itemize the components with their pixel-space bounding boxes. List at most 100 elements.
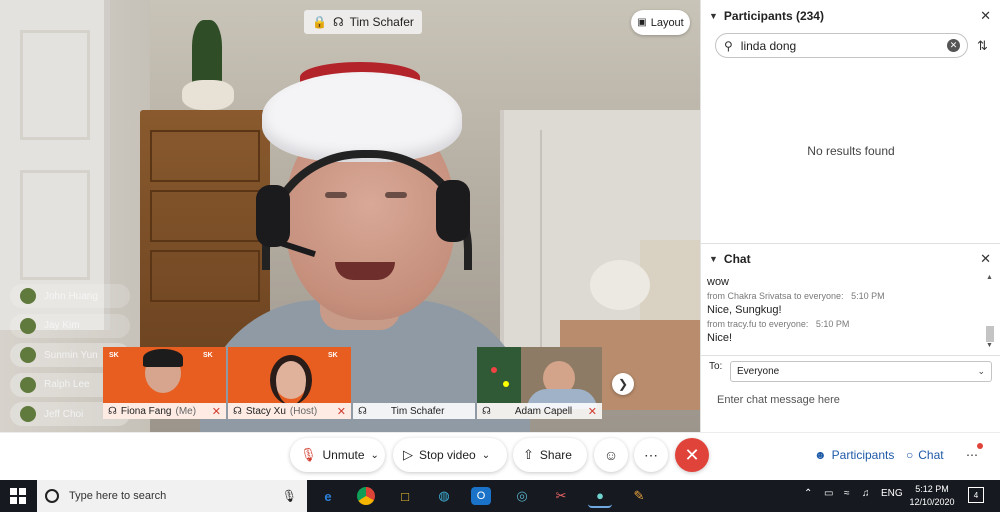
volume-icon[interactable]: ♫ [862,488,870,499]
ellipsis-icon: ⋯ [966,448,978,462]
clear-search-icon[interactable]: ✕ [947,39,960,52]
taskbar-search-input[interactable]: Type here to search 🎙 [37,480,307,512]
video-thumbnail[interactable]: ☊ Adam Capell ✕ [477,347,602,419]
chevron-down-icon[interactable]: ⌄ [371,450,379,461]
main-video[interactable]: 🔒 ☊ Tim Schafer ▣ Layout John Huang Jay … [0,0,700,432]
mic-muted-icon: 🎙 [300,447,317,462]
scroll-up-icon[interactable]: ▲ [986,274,993,281]
network-app-icon[interactable]: ◎ [510,484,534,508]
battery-icon[interactable]: ▭ [824,488,833,499]
participants-title: Participants (234) [723,9,824,23]
show-hidden-icons[interactable]: ⌃ [804,488,812,499]
webex-icon[interactable]: ● [588,484,612,508]
chat-input[interactable]: Enter chat message here [717,394,840,406]
scroll-down-icon[interactable]: ▼ [986,342,993,349]
end-call-button[interactable]: ✕ [675,438,709,472]
chat-toggle-button[interactable]: ○ Chat [898,439,952,471]
chat-message: Nice! [707,332,733,344]
more-options-button[interactable]: ⋯ [634,438,668,472]
sort-icon[interactable]: ⇅ [977,38,988,54]
chat-scrollbar[interactable]: ▲ ▼ [985,274,995,352]
headset-icon: ☊ [482,405,491,417]
side-panel: ▼ Participants (234) ✕ ⚲ linda dong ✕ ⇅ … [700,0,1000,432]
person-icon: ☻ [814,448,827,462]
microphone-icon[interactable]: 🎙 [282,489,297,503]
presenter-name: Tim Schafer [349,15,414,29]
thumbnail-label: ☊ Tim Schafer [353,403,475,419]
video-thumbnail[interactable]: ☊ Tim Schafer [353,347,475,419]
search-value: linda dong [740,38,797,53]
participants-header: ▼ Participants (234) ✕ [701,1,1000,31]
snip-tool-icon[interactable]: ✂ [549,484,573,508]
mic-muted-icon: ✕ [336,405,346,418]
chat-title: Chat [723,252,751,266]
avatar [20,317,36,334]
meeting-controls: 🎙 Unmute ⌄ ▷ Stop video ⌄ ⇧ Share ☺ ⋯ ✕ … [0,432,1000,480]
cortana-icon [45,489,59,503]
next-thumbnails-button[interactable]: ❯ [612,373,634,395]
presenter-name-tag: 🔒 ☊ Tim Schafer [304,10,422,34]
background-dresser [140,110,270,350]
headset-icon: ☊ [332,15,344,29]
language-indicator[interactable]: ENG [881,488,903,499]
wifi-icon[interactable]: ≈ [844,488,850,499]
stop-video-button[interactable]: ▷ Stop video ⌄ [393,438,507,472]
host-icon: ☊ [233,405,242,417]
chat-header: ▼ Chat ✕ [701,244,1000,274]
participants-toggle-button[interactable]: ☻ Participants [806,439,902,471]
layout-icon: ▣ [637,17,647,28]
avatar [20,347,36,363]
meeting-window: 🔒 ☊ Tim Schafer ▣ Layout John Huang Jay … [0,0,1000,512]
video-thumbnail[interactable]: SK ☊ Stacy Xu (Host) ✕ [228,347,351,419]
participant-search-input[interactable]: ⚲ linda dong ✕ [715,33,968,58]
recipient-select[interactable]: Everyone ⌄ [730,361,992,382]
edge-icon[interactable]: ◍ [432,484,456,508]
avatar [20,376,36,393]
lock-icon: 🔒 [312,15,327,29]
brand-logo: SK [203,352,213,359]
layout-button[interactable]: ▣ Layout [631,10,690,35]
chevron-down-icon[interactable]: ⌄ [482,450,490,461]
background-door [0,0,110,330]
speaker-item[interactable]: Jay Kim [10,313,130,338]
chevron-down-icon: ⌄ [977,366,985,376]
thumbnail-label: ☊ Fiona Fang (Me) ✕ [103,403,226,419]
unmute-button[interactable]: 🎙 Unmute ⌄ [290,438,385,472]
mic-muted-icon: ✕ [587,405,597,418]
avatar [20,406,36,422]
outlook-icon[interactable]: O [471,487,491,505]
background-plush [590,260,650,310]
collapse-chevron-icon[interactable]: ▼ [709,11,718,21]
speaker-item[interactable]: John Huang [10,284,130,308]
collapse-chevron-icon[interactable]: ▼ [709,254,718,264]
close-chat-icon[interactable]: ✕ [980,251,991,267]
chrome-icon[interactable] [354,484,378,508]
brand-logo: SK [328,352,338,359]
smiley-icon: ☺ [603,447,619,463]
paint-icon[interactable]: ✎ [627,484,651,508]
search-icon: ⚲ [724,38,733,53]
reactions-button[interactable]: ☺ [594,438,628,472]
ie-icon[interactable]: e [316,484,340,508]
chat-message-meta: from Chakra Srivatsa to everyone: 5:10 P… [707,291,885,301]
action-center-icon[interactable]: 4 [968,487,984,503]
headset-icon: ☊ [108,405,117,417]
to-label: To: [709,361,723,372]
headset-icon: ☊ [358,405,367,417]
start-button[interactable] [10,488,26,504]
chevron-right-icon: ❯ [617,377,629,391]
share-button[interactable]: ⇧ Share [513,438,587,472]
no-results-text: No results found [807,144,895,158]
chat-message: wow [707,276,730,288]
video-thumbnail[interactable]: SK SK ☊ Fiona Fang (Me) ✕ [103,347,226,419]
thumbnail-label: ☊ Stacy Xu (Host) ✕ [228,403,351,419]
taskbar-clock[interactable]: 5:12 PM 12/10/2020 [902,483,962,509]
close-icon: ✕ [684,444,700,465]
mic-muted-icon: ✕ [211,405,221,418]
chat-bubble-icon: ○ [906,448,914,462]
file-explorer-icon[interactable]: □ [393,484,417,508]
close-participants-icon[interactable]: ✕ [980,8,991,24]
chat-message: Nice, Sungkug! [707,304,782,316]
windows-taskbar: Type here to search 🎙 e □ ◍ O ◎ ✂ ● ✎ ⌃ … [0,480,1000,512]
ellipsis-icon: ⋯ [644,446,658,463]
